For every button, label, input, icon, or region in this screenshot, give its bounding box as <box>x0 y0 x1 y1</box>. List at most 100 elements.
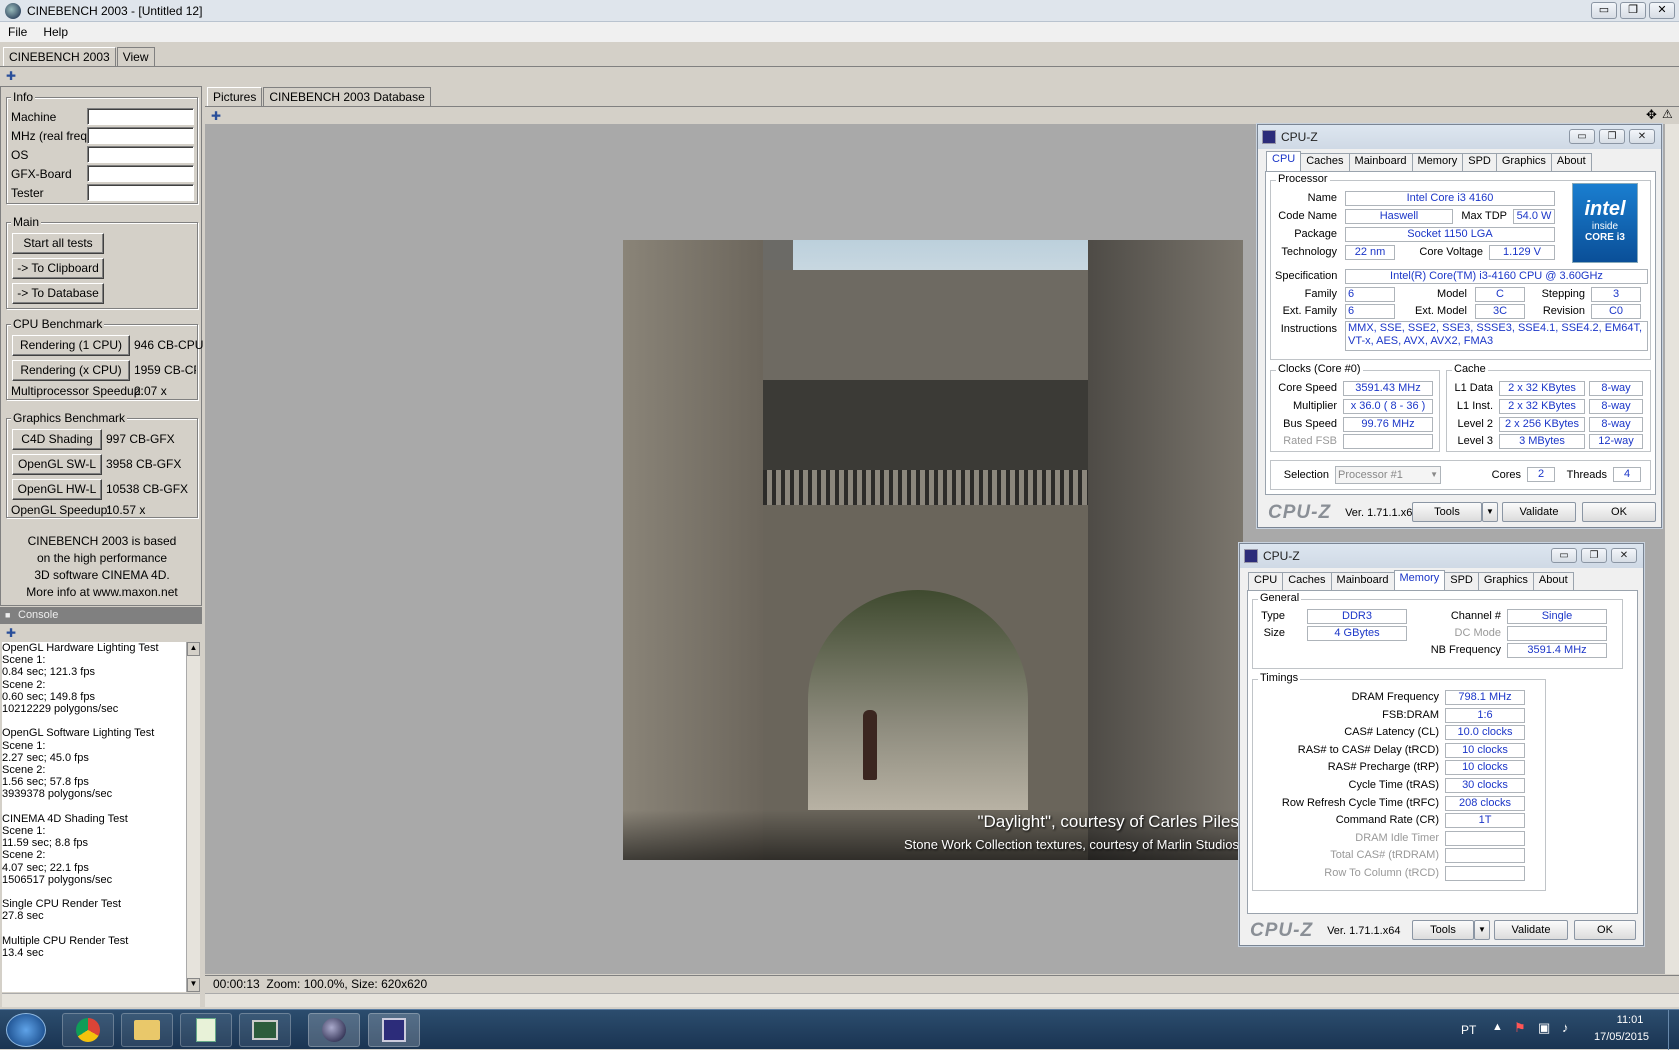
clock-time[interactable]: 11:01 <box>1610 1014 1650 1026</box>
cpuz1-tab-memory[interactable]: Memory <box>1411 153 1464 171</box>
cpuz1-tab-graphics[interactable]: Graphics <box>1495 153 1552 171</box>
tab-database[interactable]: CINEBENCH 2003 Database <box>263 87 431 106</box>
cpuz-taskbar-icon[interactable] <box>368 1013 420 1047</box>
start-all-tests-button[interactable]: Start all tests <box>12 233 104 254</box>
close-button[interactable]: ✕ <box>1649 2 1675 19</box>
cpuz2-tools-button[interactable]: Tools <box>1412 920 1474 940</box>
cpuz1-tab-caches[interactable]: Caches <box>1300 153 1350 171</box>
machine-field[interactable] <box>87 108 194 125</box>
menu-help[interactable]: Help <box>35 25 76 39</box>
os-field[interactable] <box>87 146 194 163</box>
scroll-down-icon[interactable]: ▼ <box>187 978 200 992</box>
cpuz1-tab-about[interactable]: About <box>1550 153 1592 171</box>
cpuz2-minimize-button[interactable]: ▭ <box>1551 548 1577 563</box>
channel-label: Channel # <box>1450 610 1501 622</box>
timing-label: Row Refresh Cycle Time (tRFC) <box>1281 796 1439 809</box>
cpuz2-close-button[interactable]: ✕ <box>1611 548 1637 563</box>
network-icon[interactable]: ▣ <box>1538 1020 1550 1036</box>
console-scrollbar[interactable]: ▲ ▼ <box>186 642 200 992</box>
processor-select[interactable]: Processor #1 ▼ <box>1335 466 1441 484</box>
gfx-board-field[interactable] <box>87 165 194 182</box>
language-indicator[interactable]: PT <box>1461 1023 1476 1037</box>
cpuz2-tab-graphics[interactable]: Graphics <box>1477 572 1534 590</box>
tab-pictures[interactable]: Pictures <box>207 87 263 106</box>
nb-frequency-value: 3591.4 MHz <box>1507 643 1607 658</box>
main-title: Main <box>11 215 42 229</box>
cpuz2-tab-mainboard[interactable]: Mainboard <box>1330 572 1395 590</box>
cpuz2-ok-button[interactable]: OK <box>1574 920 1636 940</box>
monitor-icon[interactable] <box>239 1013 291 1047</box>
timing-value: 30 clocks <box>1445 778 1525 793</box>
cpuz1-tools-dropdown-icon[interactable]: ▼ <box>1482 502 1498 522</box>
cpuz1-validate-button[interactable]: Validate <box>1502 502 1576 522</box>
to-database-button[interactable]: -> To Database <box>12 283 104 304</box>
code-name-value: Haswell <box>1345 209 1453 224</box>
tray-expand-icon[interactable]: ▲ <box>1492 1021 1503 1033</box>
console-hscrollbar[interactable] <box>2 993 200 1007</box>
code-name-label: Code Name <box>1278 210 1337 222</box>
to-clipboard-button[interactable]: -> To Clipboard <box>12 258 104 279</box>
rendering-xcpu-button[interactable]: Rendering (x CPU) <box>12 360 130 381</box>
cpuz2-tab-caches[interactable]: Caches <box>1282 572 1332 590</box>
volume-icon[interactable]: ♪ <box>1562 1020 1569 1035</box>
tab-cinebench[interactable]: CINEBENCH 2003 <box>3 47 116 66</box>
mhz-field[interactable] <box>87 127 194 144</box>
maximize-button[interactable]: ❐ <box>1620 2 1646 19</box>
console-pin-icon[interactable]: ✚ <box>6 626 16 640</box>
cpuz1-minimize-button[interactable]: ▭ <box>1569 129 1595 144</box>
l1-data-value: 2 x 32 KBytes <box>1499 381 1585 396</box>
model-label: Model <box>1437 288 1467 300</box>
timing-value <box>1445 866 1525 881</box>
start-button[interactable] <box>6 1013 46 1047</box>
opengl-speedup-value: 10.57 x <box>106 503 146 517</box>
rendering-1cpu-button[interactable]: Rendering (1 CPU) <box>12 335 130 356</box>
move-icon[interactable]: ✥ <box>1646 107 1657 123</box>
cpuz2-tab-memory[interactable]: Memory <box>1393 570 1446 590</box>
scroll-up-icon[interactable]: ▲ <box>187 642 200 656</box>
pin-icon[interactable]: ✚ <box>6 69 16 83</box>
action-center-icon[interactable]: ⚑ <box>1514 1020 1526 1036</box>
channel-value: Single <box>1507 609 1607 624</box>
timing-value: 10 clocks <box>1445 760 1525 776</box>
opengl-hwl-button[interactable]: OpenGL HW-L <box>12 479 102 500</box>
picture-pin-icon[interactable]: ✚ <box>211 109 221 123</box>
cpuz2-tools-dropdown-icon[interactable]: ▼ <box>1474 920 1490 940</box>
cpuz2-tab-about[interactable]: About <box>1532 572 1574 590</box>
notepad-icon[interactable] <box>180 1013 232 1047</box>
minimize-button[interactable]: ▭ <box>1591 2 1617 19</box>
opengl-swl-button[interactable]: OpenGL SW-L <box>12 454 102 475</box>
cpuz2-maximize-button[interactable]: ❐ <box>1581 548 1607 563</box>
cpuz1-tab-cpu[interactable]: CPU <box>1266 151 1302 171</box>
picture-hscrollbar[interactable] <box>205 993 1679 1007</box>
cpuz2-validate-button[interactable]: Validate <box>1494 920 1568 940</box>
warning-icon[interactable]: ⚠ <box>1662 107 1673 121</box>
clocks-group: Clocks (Core #0) Core Speed 3591.43 MHz … <box>1270 363 1440 452</box>
show-desktop-button[interactable] <box>1668 1010 1679 1050</box>
cpuz1-close-button[interactable]: ✕ <box>1629 129 1655 144</box>
c4d-shading-score: 997 CB-GFX <box>106 432 175 446</box>
cpuz1-ok-button[interactable]: OK <box>1582 502 1656 522</box>
cpuz1-tools-button[interactable]: Tools <box>1412 502 1482 522</box>
cpuz2-tab-spd[interactable]: SPD <box>1444 572 1479 590</box>
machine-label: Machine <box>11 110 57 124</box>
console-collapse-icon[interactable]: ■ <box>5 607 10 624</box>
picture-vscrollbar[interactable] <box>1664 124 1679 974</box>
clock-date[interactable]: 17/05/2015 <box>1594 1031 1649 1043</box>
menu-file[interactable]: File <box>0 25 35 39</box>
c4d-shading-button[interactable]: C4D Shading <box>12 429 102 450</box>
stepping-value: 3 <box>1591 287 1641 302</box>
multiprocessor-speedup-label: Multiprocessor Speedup: <box>11 384 144 398</box>
cpuz2-version: Ver. 1.71.1.x64 <box>1327 925 1401 937</box>
chrome-icon[interactable] <box>62 1013 114 1047</box>
explorer-icon[interactable] <box>121 1013 173 1047</box>
specification-value: Intel(R) Core(TM) i3-4160 CPU @ 3.60GHz <box>1345 269 1648 284</box>
tester-field[interactable] <box>87 184 194 201</box>
cpuz1-tab-spd[interactable]: SPD <box>1462 153 1497 171</box>
cinebench-taskbar-icon[interactable] <box>308 1013 360 1047</box>
cpuz1-tab-mainboard[interactable]: Mainboard <box>1348 153 1413 171</box>
cpuz1-maximize-button[interactable]: ❐ <box>1599 129 1625 144</box>
tab-view[interactable]: View <box>116 47 155 66</box>
memory-type-value: DDR3 <box>1307 609 1407 624</box>
stepping-label: Stepping <box>1541 288 1585 300</box>
cpuz2-tab-cpu[interactable]: CPU <box>1248 572 1284 590</box>
